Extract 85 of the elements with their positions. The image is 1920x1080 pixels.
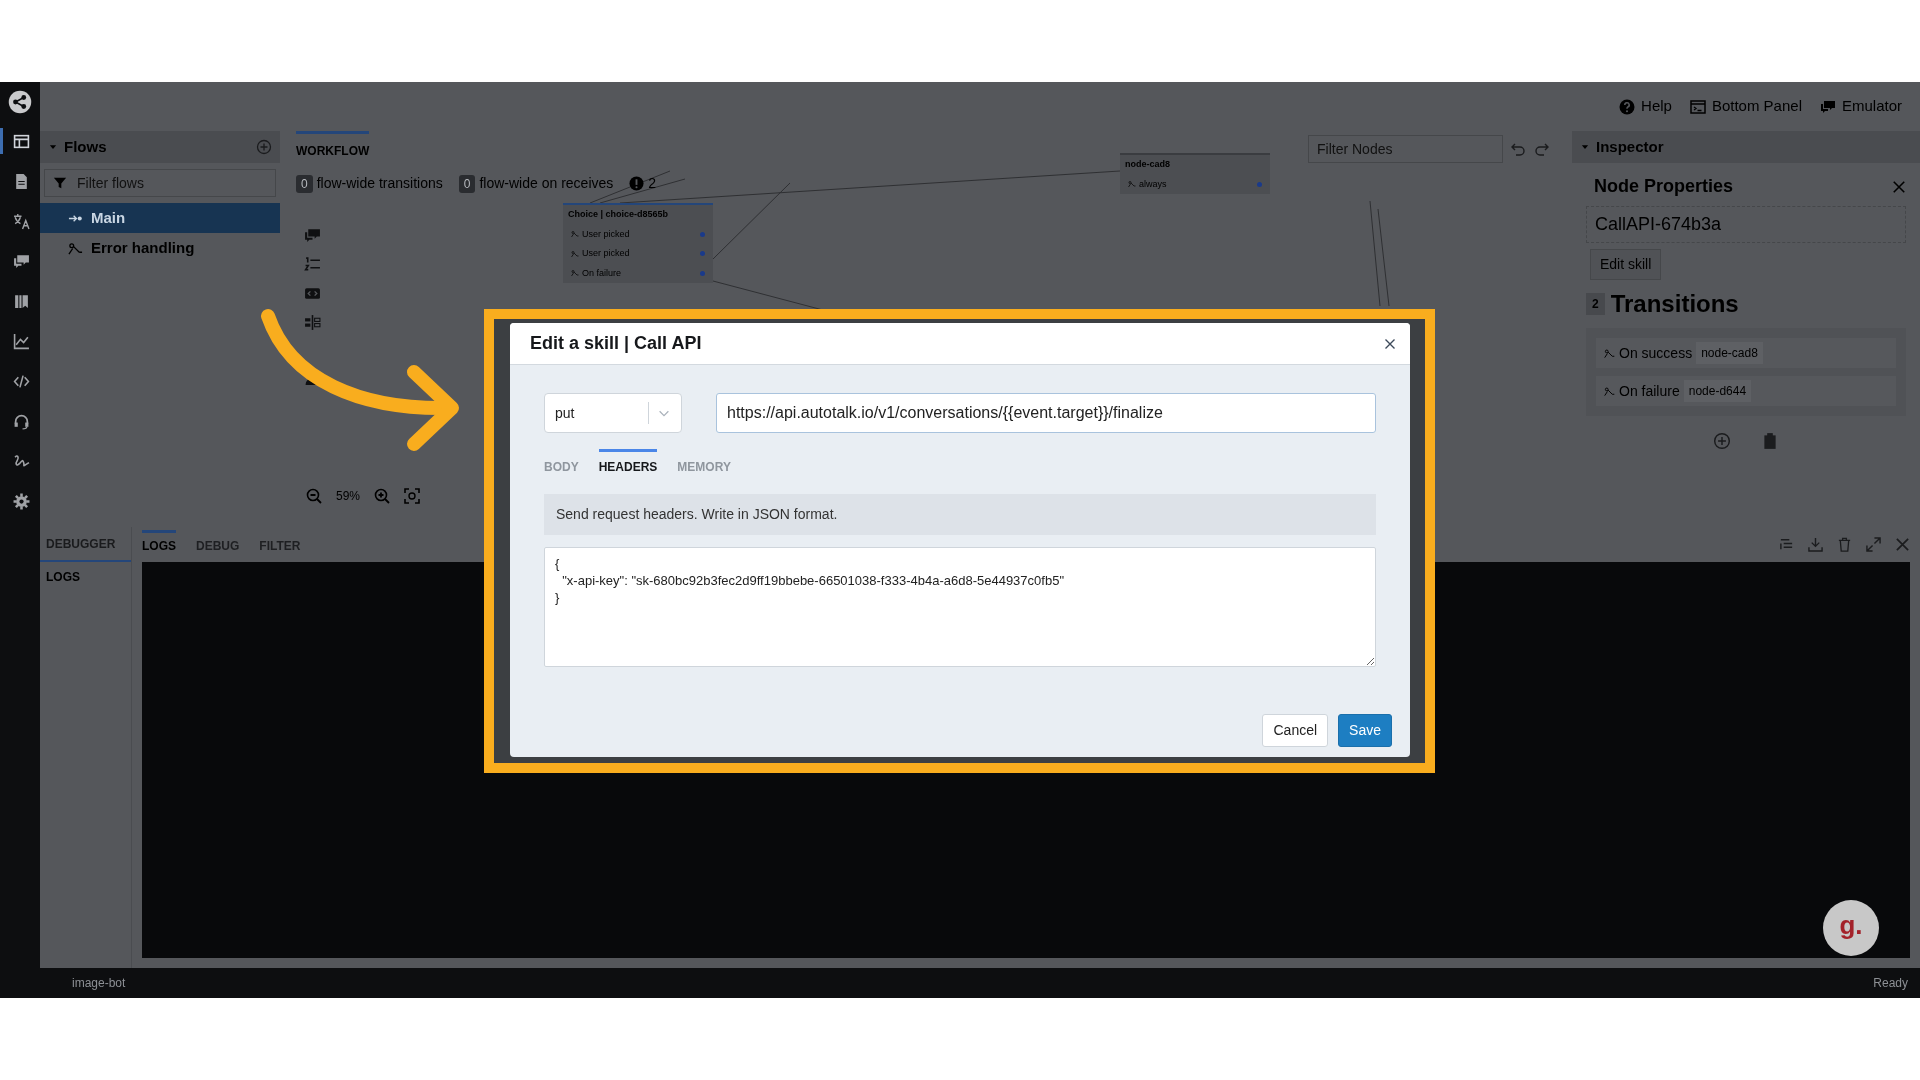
panel-item[interactable]: LOGS [40, 562, 131, 592]
method-select[interactable]: put [544, 393, 682, 433]
workflow-tab[interactable]: WORKFLOW [296, 131, 370, 160]
zoom-in-icon[interactable] [374, 488, 391, 504]
cancel-button[interactable]: Cancel [1262, 714, 1329, 747]
tab[interactable]: MEMORY [677, 449, 731, 476]
undo-icon[interactable] [1510, 141, 1526, 157]
flow-item[interactable]: Main [40, 203, 280, 233]
section-heading: Node Properties [1594, 175, 1734, 198]
warning-icon [629, 176, 645, 191]
add-icon[interactable] [1713, 432, 1731, 450]
redo-icon[interactable] [1534, 141, 1550, 157]
settings-icon[interactable] [13, 492, 30, 510]
branch-icon [1604, 385, 1615, 397]
port-dot[interactable] [700, 231, 705, 237]
branch-icon [571, 269, 579, 278]
panel-title: Flows [64, 136, 107, 157]
zoom-level: 59% [336, 488, 361, 505]
flow-item[interactable]: Error handling [40, 233, 280, 263]
node-row-label: User picked [582, 247, 630, 260]
toolbar-button[interactable]: Bottom Panel [1689, 95, 1802, 118]
save-button[interactable]: Save [1338, 714, 1392, 747]
node-row-label: On failure [582, 266, 622, 280]
flow-node[interactable]: Choice | choice-d8565b User picked User picked On failure [563, 203, 713, 283]
port-dot[interactable] [700, 251, 705, 257]
hint-text: Send request headers. Write in JSON format. [544, 494, 1376, 535]
chat-icon[interactable] [13, 252, 30, 270]
node-tag: node-d644 [1683, 380, 1752, 402]
counter-label: 0 flow-wide on receives [458, 173, 614, 194]
dialog-title: Edit a skill | Call API [530, 332, 702, 355]
logo-icon [8, 90, 32, 114]
edit-skill-button[interactable]: Edit skill [1590, 249, 1662, 280]
chart-icon[interactable] [13, 332, 30, 350]
status-text: Ready [1873, 975, 1908, 992]
headers-field[interactable]: { "x-api-key": "sk-680bc92b3fec2d9ff19bbebe-66501038-f333-4b4a-a6d8-5e44937c0fb5" } [544, 547, 1376, 667]
transition-label: On failure [1619, 381, 1680, 401]
section-heading: Transitions [1610, 289, 1739, 319]
port-dot[interactable] [700, 270, 705, 276]
toolbar-button[interactable]: Emulator [1819, 95, 1902, 118]
numbered-list-icon[interactable] [304, 256, 321, 273]
transition-item[interactable]: On failure node-d644 [1596, 376, 1896, 406]
code-icon[interactable] [13, 372, 30, 390]
fit-view-icon[interactable] [404, 488, 421, 504]
branch-icon [68, 240, 83, 256]
terminal-icon [1689, 98, 1706, 115]
flow-node[interactable]: node-cad8 always [1120, 153, 1270, 194]
filter-field[interactable]: Filter flows [44, 169, 276, 197]
node-tag: node-cad8 [1696, 342, 1763, 364]
count-badge: 2 [1586, 293, 1605, 315]
transition-item[interactable]: On success node-cad8 [1596, 338, 1896, 368]
branch-icon [571, 230, 579, 239]
panel-tab[interactable]: FILTER [259, 530, 301, 559]
clipboard-icon[interactable] [1761, 432, 1779, 450]
document-icon[interactable] [13, 172, 30, 190]
bot-name: image-bot [72, 975, 126, 992]
close-icon [1384, 338, 1396, 351]
port-dot[interactable] [1257, 181, 1262, 187]
panel-tab[interactable]: LOGS [142, 530, 176, 559]
panel-tab[interactable]: DEBUG [196, 530, 240, 559]
panel-title: Inspector [1596, 136, 1664, 157]
node-name-field[interactable]: CallAPI-674b3a [1586, 206, 1906, 243]
toolbar-button[interactable]: Help [1619, 95, 1672, 118]
node-row-label: always [1139, 177, 1167, 191]
panel-tab[interactable]: DEBUGGER [40, 527, 131, 562]
branch-icon [1604, 347, 1615, 359]
counter-label: 0 flow-wide transitions [296, 173, 443, 194]
url-field[interactable]: https://api.autotalk.io/v1/conversations/{{event.target}}/finalize [716, 393, 1376, 433]
tab[interactable]: BODY [544, 449, 579, 476]
filter-field[interactable]: Filter Nodes [1308, 135, 1503, 163]
book-icon[interactable] [13, 292, 30, 310]
transition-label: On success [1619, 343, 1693, 363]
tab[interactable]: HEADERS [598, 449, 658, 476]
translate-icon[interactable] [13, 212, 30, 230]
zoom-out-icon[interactable] [306, 488, 322, 504]
headset-icon[interactable] [13, 412, 30, 430]
chat-icon [1819, 98, 1836, 115]
help-icon [1619, 98, 1636, 115]
columns-icon[interactable] [304, 314, 321, 331]
branch-icon [571, 249, 579, 258]
node-row-label: User picked [582, 227, 630, 241]
close-icon[interactable] [1892, 179, 1906, 194]
filter-icon [53, 176, 67, 190]
warning-count: 2 [648, 174, 657, 193]
branch-icon [1128, 180, 1136, 189]
layout-icon[interactable] [13, 132, 30, 150]
